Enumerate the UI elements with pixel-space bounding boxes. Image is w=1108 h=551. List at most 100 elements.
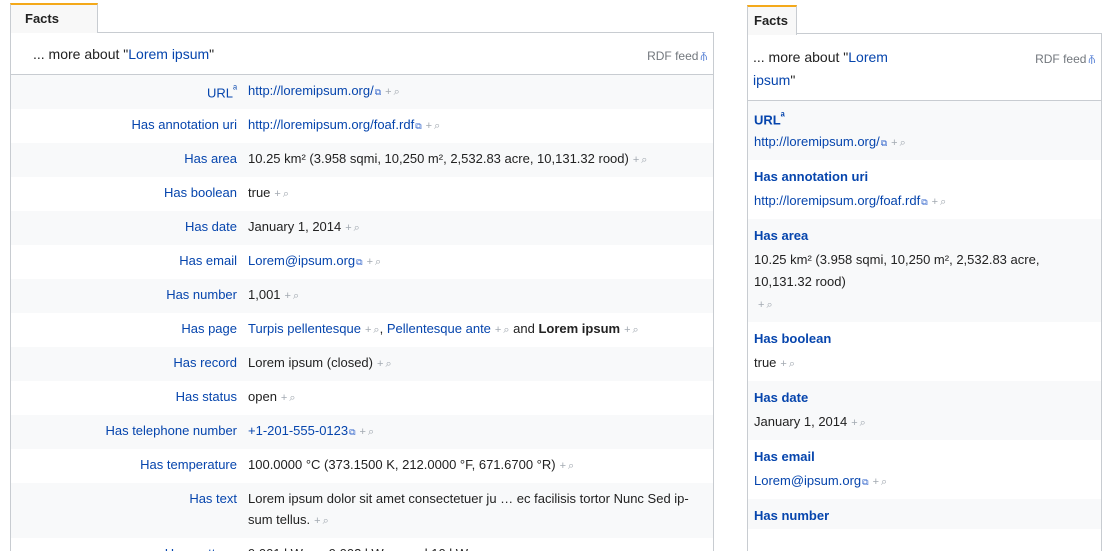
value-link[interactable]: Pellentesque ante [387,321,491,336]
property-label[interactable]: Has area [754,228,808,243]
magnifier-icon[interactable]: ⌕ [434,120,440,132]
add-icon[interactable]: + [314,515,320,527]
rdf-feed-link[interactable]: RDF feed ⫚ [647,49,707,64]
add-icon[interactable]: + [426,120,432,132]
magnifier-icon[interactable]: ⌕ [289,392,295,404]
subject-link-narrow[interactable]: Lorem [848,49,888,65]
rdf-feed-link-narrow[interactable]: RDF feed ⫚ [1035,48,1095,72]
magnifier-icon[interactable]: ⌕ [375,256,381,268]
property-link[interactable]: Has temperature [11,449,247,472]
property-link[interactable]: Has date [11,211,247,234]
property-link[interactable]: Has email [11,245,247,268]
property-link[interactable]: Has annotation uri [754,160,1095,190]
add-icon[interactable]: + [360,426,366,438]
property-label[interactable]: Has page [181,321,237,336]
facts-tab-narrow[interactable]: Facts [747,5,797,35]
property-label[interactable]: Has annotation uri [754,169,868,184]
property-label[interactable]: Has status [176,389,237,404]
add-icon[interactable]: + [365,324,371,336]
property-label[interactable]: Has text [189,491,237,506]
add-icon[interactable]: + [345,222,351,234]
magnifier-icon[interactable]: ⌕ [394,86,400,98]
property-link[interactable]: Has area [11,143,247,166]
property-label[interactable]: Has record [173,355,237,370]
add-icon[interactable]: + [285,290,291,302]
magnifier-icon[interactable]: ⌕ [860,417,866,429]
magnifier-icon[interactable]: ⌕ [881,476,887,488]
property-label[interactable]: Has annotation uri [131,117,237,132]
add-icon[interactable]: + [385,86,391,98]
property-link[interactable]: Has number [754,499,1095,529]
value-link[interactable]: http://loremipsum.org/foaf.rdf [754,193,920,208]
property-label[interactable]: Has number [754,508,829,523]
property-label[interactable]: Has wattage [165,546,237,551]
property-label[interactable]: Has boolean [164,185,237,200]
magnifier-icon[interactable]: ⌕ [293,290,299,302]
property-label[interactable]: Has boolean [754,331,831,346]
value-link[interactable]: Lorem@ipsum.org [248,253,355,268]
magnifier-icon[interactable]: ⌕ [568,460,574,472]
value-link[interactable]: http://loremipsum.org/ [754,134,880,149]
property-value: Lorem ipsum dolor sit amet consectetuer … [247,480,713,538]
property-label[interactable]: Has temperature [140,457,237,472]
property-link[interactable]: Has date [754,381,1095,411]
add-icon[interactable]: + [891,137,897,149]
property-link[interactable]: URLᵃ [11,75,247,100]
magnifier-icon[interactable]: ⌕ [940,196,946,208]
magnifier-icon[interactable]: ⌕ [368,426,374,438]
subject-link-narrow-line2[interactable]: ipsum [753,72,790,88]
magnifier-icon[interactable]: ⌕ [283,188,289,200]
subject-link[interactable]: Lorem ipsum [128,46,209,62]
property-link[interactable]: Has wattage [11,538,247,551]
property-link[interactable]: Has email [754,440,1095,470]
property-link[interactable]: Has number [11,279,247,302]
property-link[interactable]: Has status [11,381,247,404]
magnifier-icon[interactable]: ⌕ [766,299,772,311]
property-link[interactable]: Has area [754,219,1095,249]
add-icon[interactable]: + [851,417,857,429]
property-link[interactable]: Has telephone number [11,415,247,438]
value-link[interactable]: Turpis pellentesque [248,321,361,336]
property-label[interactable]: Has date [185,219,237,234]
add-icon[interactable]: + [367,256,373,268]
add-icon[interactable]: + [932,196,938,208]
property-link[interactable]: Has text [11,483,247,506]
property-label[interactable]: Has email [179,253,237,268]
property-label[interactable]: URL [207,85,233,100]
property-label[interactable]: URL [754,112,781,127]
value-link[interactable]: http://loremipsum.org/ [248,83,374,98]
property-label[interactable]: Has email [754,449,815,464]
property-label[interactable]: Has area [184,151,237,166]
add-icon[interactable]: + [758,299,764,311]
value-text: 1,001 [248,287,281,302]
magnifier-icon[interactable]: ⌕ [633,324,639,336]
add-icon[interactable]: + [780,358,786,370]
property-link[interactable]: Has annotation uri [11,109,247,132]
magnifier-icon[interactable]: ⌕ [354,222,360,234]
value-link[interactable]: Lorem@ipsum.org [754,473,861,488]
magnifier-icon[interactable]: ⌕ [385,358,391,370]
magnifier-icon[interactable]: ⌕ [900,137,906,149]
magnifier-icon[interactable]: ⌕ [789,358,795,370]
add-icon[interactable]: + [495,324,501,336]
property-label[interactable]: Has telephone number [105,423,237,438]
property-link[interactable]: Has boolean [754,322,1095,352]
property-link[interactable]: Has record [11,347,247,370]
add-icon[interactable]: + [560,460,566,472]
add-icon[interactable]: + [377,358,383,370]
magnifier-icon[interactable]: ⌕ [641,154,647,166]
property-link[interactable]: URLᵃ [754,101,1095,131]
property-label[interactable]: Has date [754,390,808,405]
facts-tab[interactable]: Facts [10,3,98,33]
property-label[interactable]: Has number [166,287,237,302]
value-link[interactable]: http://loremipsum.org/foaf.rdf [248,117,414,132]
add-icon[interactable]: + [633,154,639,166]
add-icon[interactable]: + [281,392,287,404]
property-link[interactable]: Has boolean [11,177,247,200]
magnifier-icon[interactable]: ⌕ [323,515,329,527]
add-icon[interactable]: + [624,324,630,336]
property-link[interactable]: Has page [11,313,247,336]
add-icon[interactable]: + [873,476,879,488]
add-icon[interactable]: + [274,188,280,200]
value-link[interactable]: +1-201-555-0123 [248,423,348,438]
